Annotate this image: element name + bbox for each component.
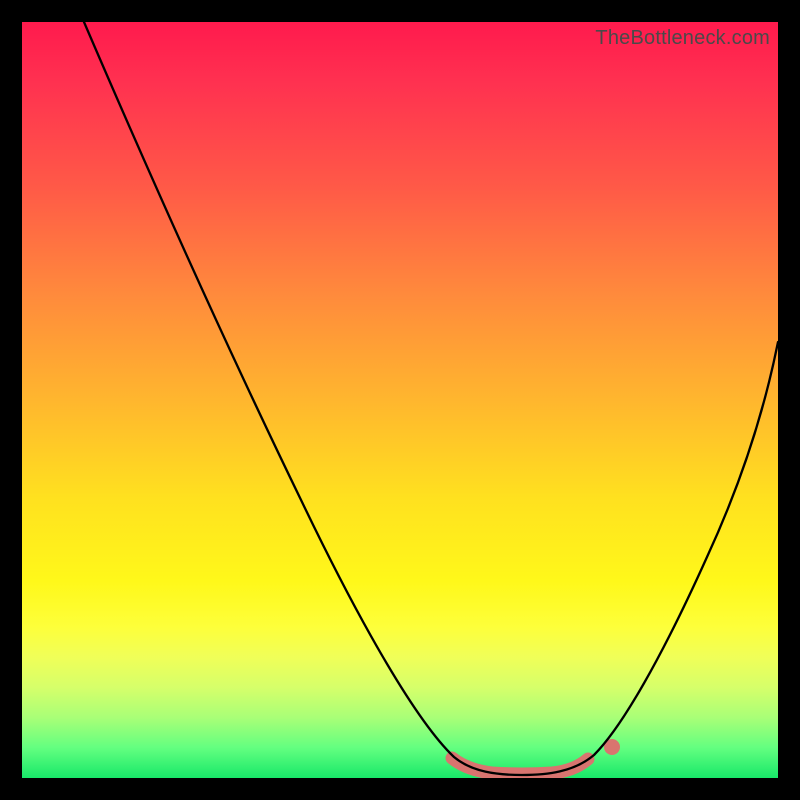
- chart-plot-area: TheBottleneck.com: [22, 22, 778, 778]
- curve-line: [84, 22, 778, 775]
- watermark-text: TheBottleneck.com: [595, 27, 770, 50]
- accent-dot: [604, 739, 620, 755]
- valley-highlight: [452, 758, 588, 774]
- bottleneck-curve: [22, 22, 778, 778]
- chart-frame: TheBottleneck.com: [0, 0, 800, 800]
